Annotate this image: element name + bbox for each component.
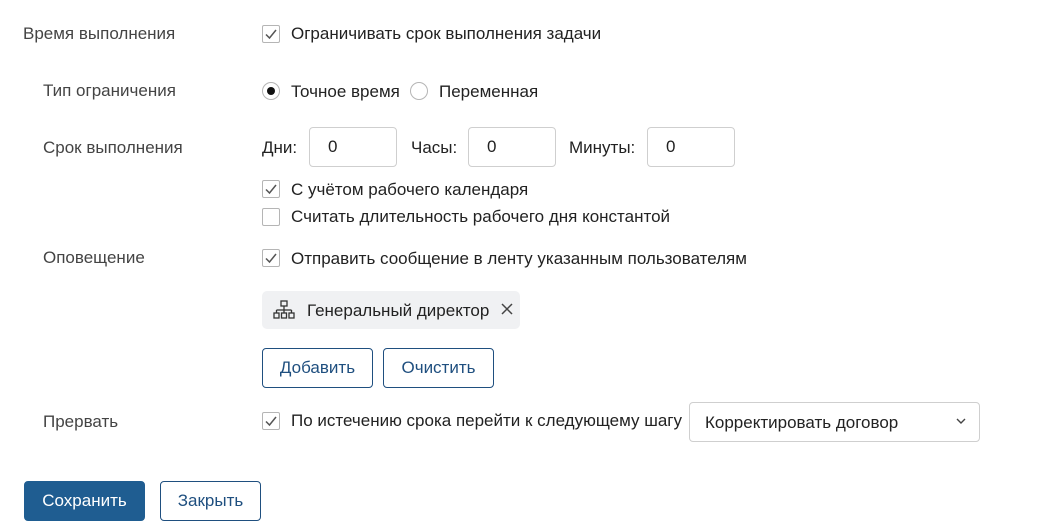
radio-exact-time[interactable] [262, 82, 280, 100]
add-recipient-button[interactable]: Добавить [262, 348, 373, 388]
minutes-label: Минуты: [569, 138, 636, 157]
radio-variable-label: Переменная [439, 82, 539, 101]
chevron-down-icon [956, 418, 966, 424]
constant-day-checkbox[interactable] [262, 208, 280, 226]
hours-input[interactable] [468, 127, 556, 167]
next-step-select[interactable]: Корректировать договор [689, 402, 980, 442]
radio-variable[interactable] [410, 82, 428, 100]
recipient-chip: Генеральный директор [262, 291, 520, 329]
save-button[interactable]: Сохранить [24, 481, 145, 521]
constant-day-label: Считать длительность рабочего дня конста… [291, 207, 671, 226]
minutes-input[interactable] [647, 127, 735, 167]
send-message-checkbox[interactable] [262, 249, 280, 267]
limit-deadline-checkbox[interactable] [262, 25, 280, 43]
close-button[interactable]: Закрыть [160, 481, 261, 521]
deadline-label: Срок выполнения [43, 138, 183, 157]
notification-label: Оповещение [43, 248, 145, 267]
work-calendar-label: С учётом рабочего календаря [291, 180, 529, 199]
clear-recipients-button[interactable]: Очистить [383, 348, 494, 388]
radio-exact-time-label: Точное время [291, 82, 400, 101]
hours-label: Часы: [411, 138, 458, 157]
next-step-label: По истечению срока перейти к следующему … [291, 411, 682, 430]
org-structure-icon [273, 300, 295, 319]
days-label: Дни: [262, 138, 298, 157]
days-input[interactable] [309, 127, 397, 167]
limit-deadline-label: Ограничивать срок выполнения задачи [291, 24, 602, 43]
send-message-label: Отправить сообщение в ленту указанным по… [291, 249, 747, 268]
execution-time-label: Время выполнения [23, 24, 176, 43]
interrupt-label: Прервать [43, 412, 119, 431]
check-icon [265, 253, 277, 264]
next-step-checkbox[interactable] [262, 412, 280, 430]
recipient-name: Генеральный директор [307, 301, 490, 320]
limit-type-label: Тип ограничения [43, 81, 176, 100]
check-icon [265, 416, 277, 427]
check-icon [265, 29, 277, 40]
next-step-select-value: Корректировать договор [705, 413, 899, 432]
work-calendar-checkbox[interactable] [262, 180, 280, 198]
remove-recipient-icon[interactable] [501, 303, 513, 315]
check-icon [265, 184, 277, 195]
